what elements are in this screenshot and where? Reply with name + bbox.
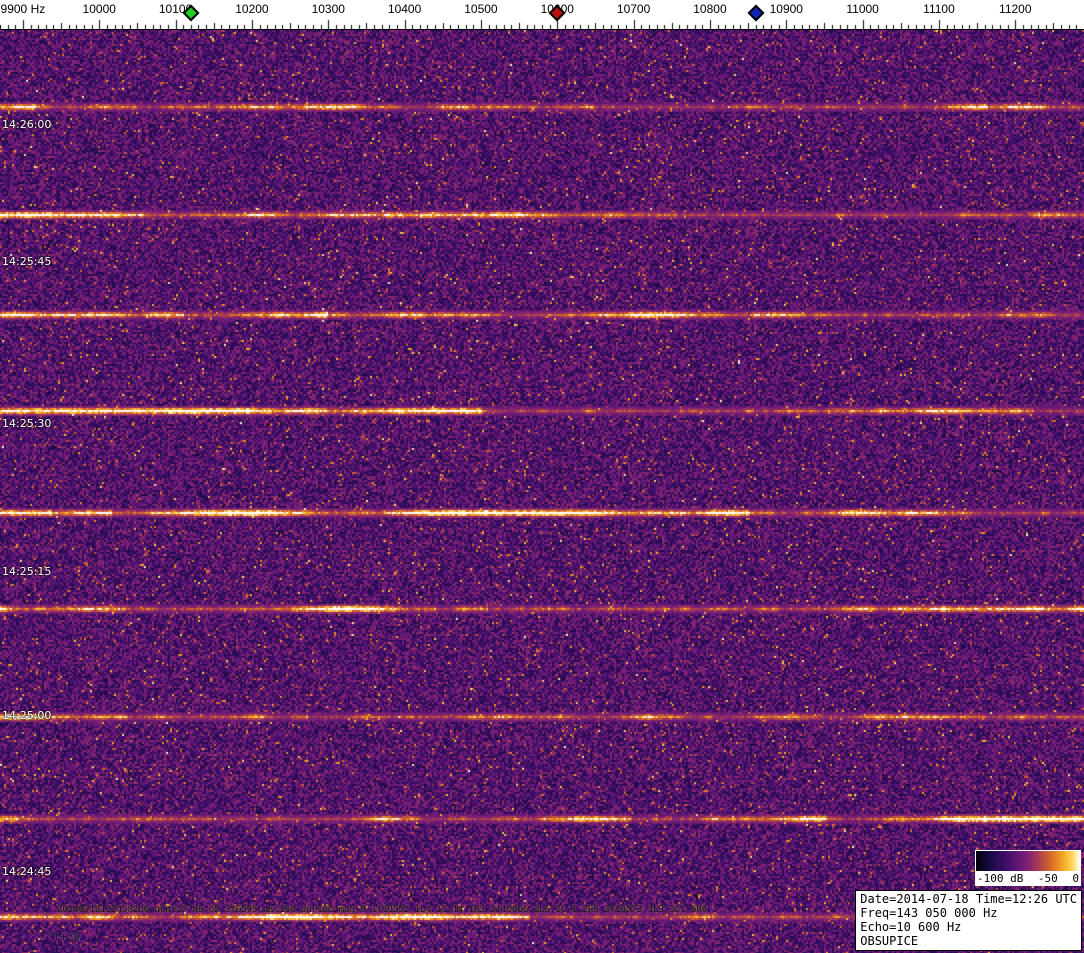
spectrogram-waterfall[interactable] <box>0 30 1084 953</box>
freq-tick-label: 11200 <box>999 2 1032 16</box>
freq-tick-label: 10400 <box>387 2 422 16</box>
cursor-readout: ^t+38 <box>47 930 81 943</box>
time-tick-label: 14:25:15 <box>2 565 52 578</box>
info-date-line: Date=2014-07-18 Time=12:26 UTC <box>860 892 1077 906</box>
time-tick-label: 14:26:00 <box>2 118 52 131</box>
freq-tick-label: 10200 <box>235 2 269 16</box>
meteor-spectrogram-app: 9900 Hz100001010010200103001040010500106… <box>0 0 1084 953</box>
legend-min-label: -100 dB <box>977 872 1024 885</box>
time-tick-label: 14:24:45 <box>2 865 52 878</box>
info-freq-line: Freq=143 050 000 Hz <box>860 906 998 920</box>
time-tick-label: 14:25:45 <box>2 255 52 268</box>
freq-tick-label: 9900 Hz <box>0 2 46 16</box>
freq-tick-label: 10900 <box>769 2 803 16</box>
info-station-line: OBSUPICE <box>860 934 919 948</box>
freq-tick-label: 11100 <box>923 2 955 16</box>
freq-tick-label: 10800 <box>693 2 727 16</box>
detection-log-text: 20140718122438260 nCnt17 nb-65 1f0595 ni… <box>57 905 708 915</box>
legend-max-label: 0 <box>1072 872 1079 885</box>
time-tick-label: 14:25:30 <box>2 417 52 430</box>
info-echo-line: Echo=10 600 Hz <box>860 920 962 934</box>
freq-tick-label: 10000 <box>82 2 116 16</box>
freq-tick-label: 10500 <box>464 2 498 16</box>
freq-tick-label: 10300 <box>311 2 345 16</box>
frequency-ruler[interactable]: 9900 Hz100001010010200103001040010500106… <box>0 0 1084 30</box>
legend-mid-label: -50 <box>1037 872 1058 885</box>
colormap-gradient-bar <box>976 851 1080 871</box>
observation-info-box: Date=2014-07-18 Time=12:26 UTC Freq=143 … <box>855 890 1082 951</box>
time-tick-label: 14:25:00 <box>2 709 52 722</box>
freq-tick-label: 11000 <box>846 2 879 16</box>
legend-scale-labels: -100 dB -50 0 <box>976 871 1080 885</box>
intensity-legend: -100 dB -50 0 <box>975 850 1081 886</box>
freq-tick-label: 10700 <box>616 2 651 16</box>
